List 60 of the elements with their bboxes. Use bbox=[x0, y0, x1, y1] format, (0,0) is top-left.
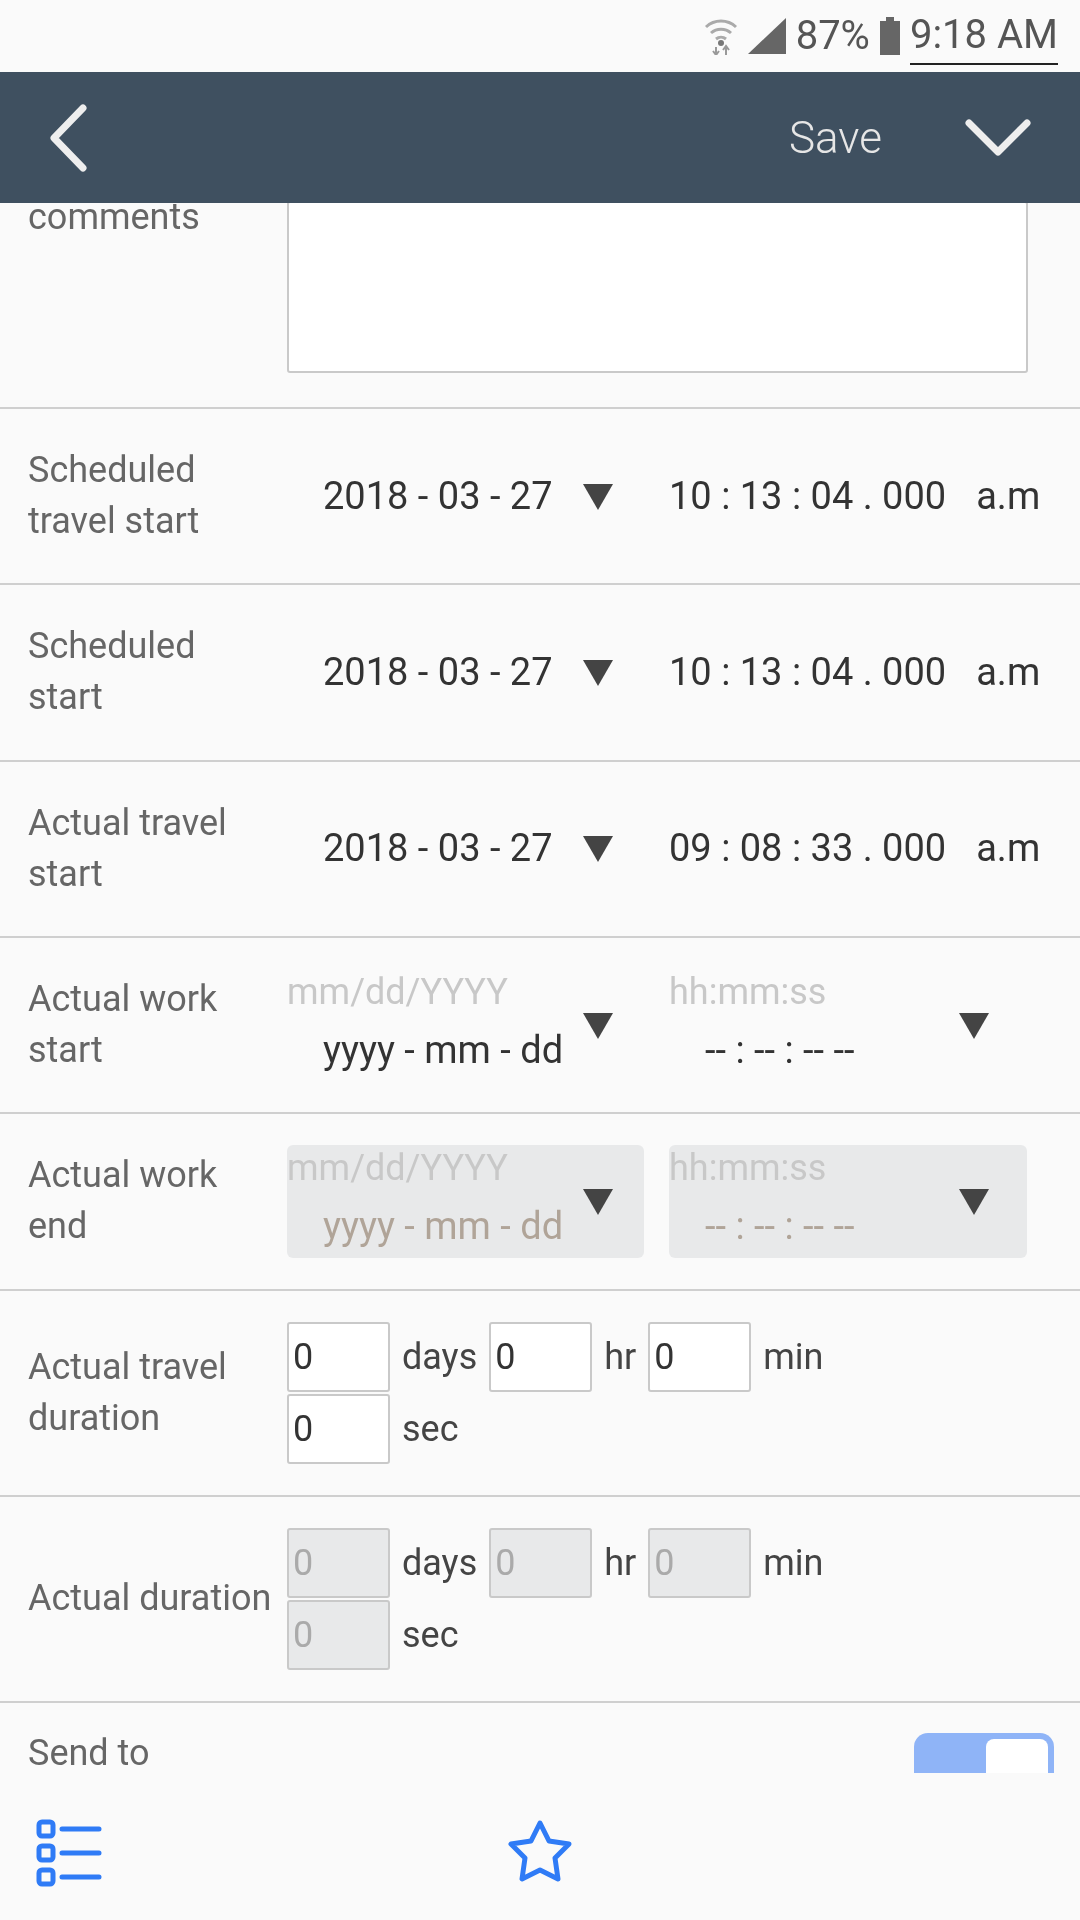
comments-field[interactable] bbox=[287, 203, 1028, 373]
date-value: 2018 - 03 - 27 bbox=[322, 825, 553, 873]
date-field[interactable]: 2018 - 03 - 27 bbox=[287, 792, 644, 906]
time-period: a.m bbox=[976, 648, 1041, 696]
date-value: yyyy - mm - dd bbox=[322, 1028, 564, 1073]
unit-label: min bbox=[763, 1540, 824, 1586]
unit-label: sec bbox=[402, 1406, 459, 1452]
clock: 9:18 AM bbox=[909, 7, 1058, 65]
unit-label: sec bbox=[402, 1612, 459, 1658]
unit-label: min bbox=[763, 1334, 824, 1380]
time-period: a.m bbox=[976, 825, 1041, 873]
date-value: yyyy - mm - dd bbox=[322, 1204, 564, 1249]
time-field[interactable]: 10 : 13 : 04 . 000 a.m bbox=[669, 439, 1080, 553]
dropdown-arrow-icon bbox=[583, 483, 613, 510]
field-label: Scheduled start bbox=[27, 624, 197, 721]
battery-icon bbox=[879, 17, 900, 55]
dropdown-arrow-icon bbox=[583, 1188, 613, 1215]
field-label: Scheduled travel start bbox=[27, 448, 201, 545]
unit-label: hr bbox=[604, 1540, 637, 1586]
unit-label: days bbox=[402, 1540, 478, 1586]
time-field[interactable]: 09 : 08 : 33 . 000 a.m bbox=[669, 792, 1080, 906]
time-period: a.m bbox=[976, 472, 1041, 520]
time-value: 10 : 13 : 04 . 000 bbox=[669, 648, 947, 696]
time-value: -- : -- : -- -- bbox=[704, 1028, 855, 1073]
field-label: Actual travel duration bbox=[27, 1344, 228, 1441]
time-field[interactable]: 10 : 13 : 04 . 000 a.m bbox=[669, 615, 1080, 729]
field-label: Send to bbox=[28, 1732, 150, 1773]
number-input[interactable]: 0 bbox=[648, 1321, 752, 1392]
save-button[interactable]: Save bbox=[789, 104, 882, 171]
dropdown-arrow-icon bbox=[583, 1012, 613, 1039]
dropdown-arrow-icon bbox=[959, 1012, 989, 1039]
time-value: 10 : 13 : 04 . 000 bbox=[669, 472, 947, 520]
dropdown-arrow-icon bbox=[583, 659, 613, 686]
number-input[interactable]: 0 bbox=[489, 1321, 593, 1392]
list-button[interactable] bbox=[36, 1818, 102, 1887]
chevron-down-icon bbox=[964, 117, 1032, 158]
field-label: Actual work start bbox=[27, 977, 219, 1074]
time-value: -- : -- : -- -- bbox=[704, 1204, 855, 1249]
dropdown-arrow-icon bbox=[583, 836, 613, 863]
collapse-button[interactable] bbox=[964, 117, 1032, 158]
toggle-switch[interactable] bbox=[914, 1732, 1054, 1773]
field-label: Actual work end bbox=[27, 1153, 219, 1250]
date-value: 2018 - 03 - 27 bbox=[322, 472, 553, 520]
date-value: 2018 - 03 - 27 bbox=[322, 648, 553, 696]
unit-label: hr bbox=[604, 1334, 637, 1380]
signal-icon bbox=[747, 18, 786, 54]
wifi-icon bbox=[703, 17, 738, 55]
date-field[interactable]: 2018 - 03 - 27 bbox=[287, 439, 644, 553]
back-icon bbox=[48, 102, 88, 173]
field-label: Actual travel start bbox=[27, 800, 228, 897]
battery-percent: 87% bbox=[795, 11, 870, 61]
field-label: Actual duration bbox=[27, 1576, 273, 1622]
list-icon bbox=[36, 1818, 102, 1887]
time-value: 09 : 08 : 33 . 000 bbox=[669, 825, 947, 873]
number-input[interactable]: 0 bbox=[287, 1393, 390, 1464]
dropdown-arrow-icon bbox=[959, 1188, 989, 1215]
field-label: comments bbox=[28, 203, 201, 237]
date-field[interactable]: 2018 - 03 - 27 bbox=[287, 615, 644, 729]
number-input[interactable]: 0 bbox=[287, 1321, 390, 1392]
unit-label: days bbox=[402, 1334, 478, 1380]
